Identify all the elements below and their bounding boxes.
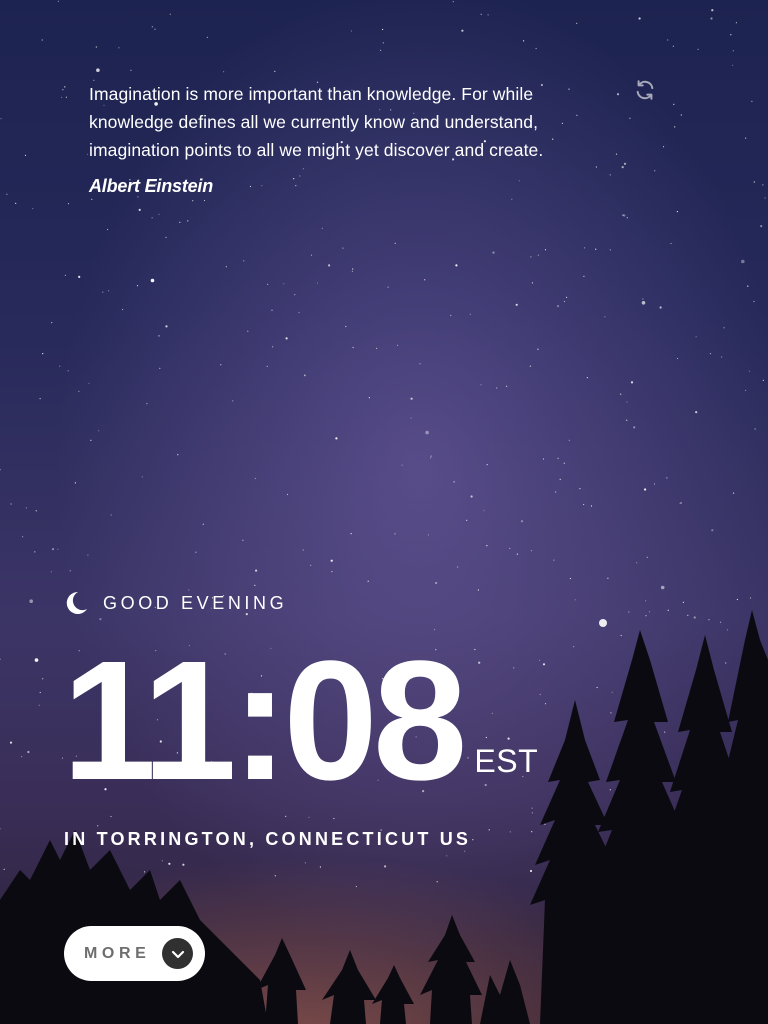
more-button-label: MORE <box>84 944 151 962</box>
clock-timezone: EST <box>474 743 539 779</box>
quote-text: Imagination is more important than knowl… <box>89 84 544 160</box>
more-button[interactable]: MORE <box>64 926 205 981</box>
greeting-text: GOOD EVENING <box>103 592 288 613</box>
moon-icon <box>66 591 87 614</box>
chevron-down-icon <box>162 938 193 969</box>
clock: 11:08 EST <box>62 636 538 806</box>
location-label: IN TORRINGTON, CONNECTICUT US <box>64 829 472 849</box>
greeting: GOOD EVENING <box>64 590 287 616</box>
refresh-quote-button[interactable] <box>634 79 656 101</box>
refresh-icon <box>636 80 654 100</box>
clock-time: 11:08 <box>62 626 467 816</box>
quote-block: Imagination is more important than knowl… <box>89 80 609 197</box>
quote-author: Albert Einstein <box>89 176 214 196</box>
